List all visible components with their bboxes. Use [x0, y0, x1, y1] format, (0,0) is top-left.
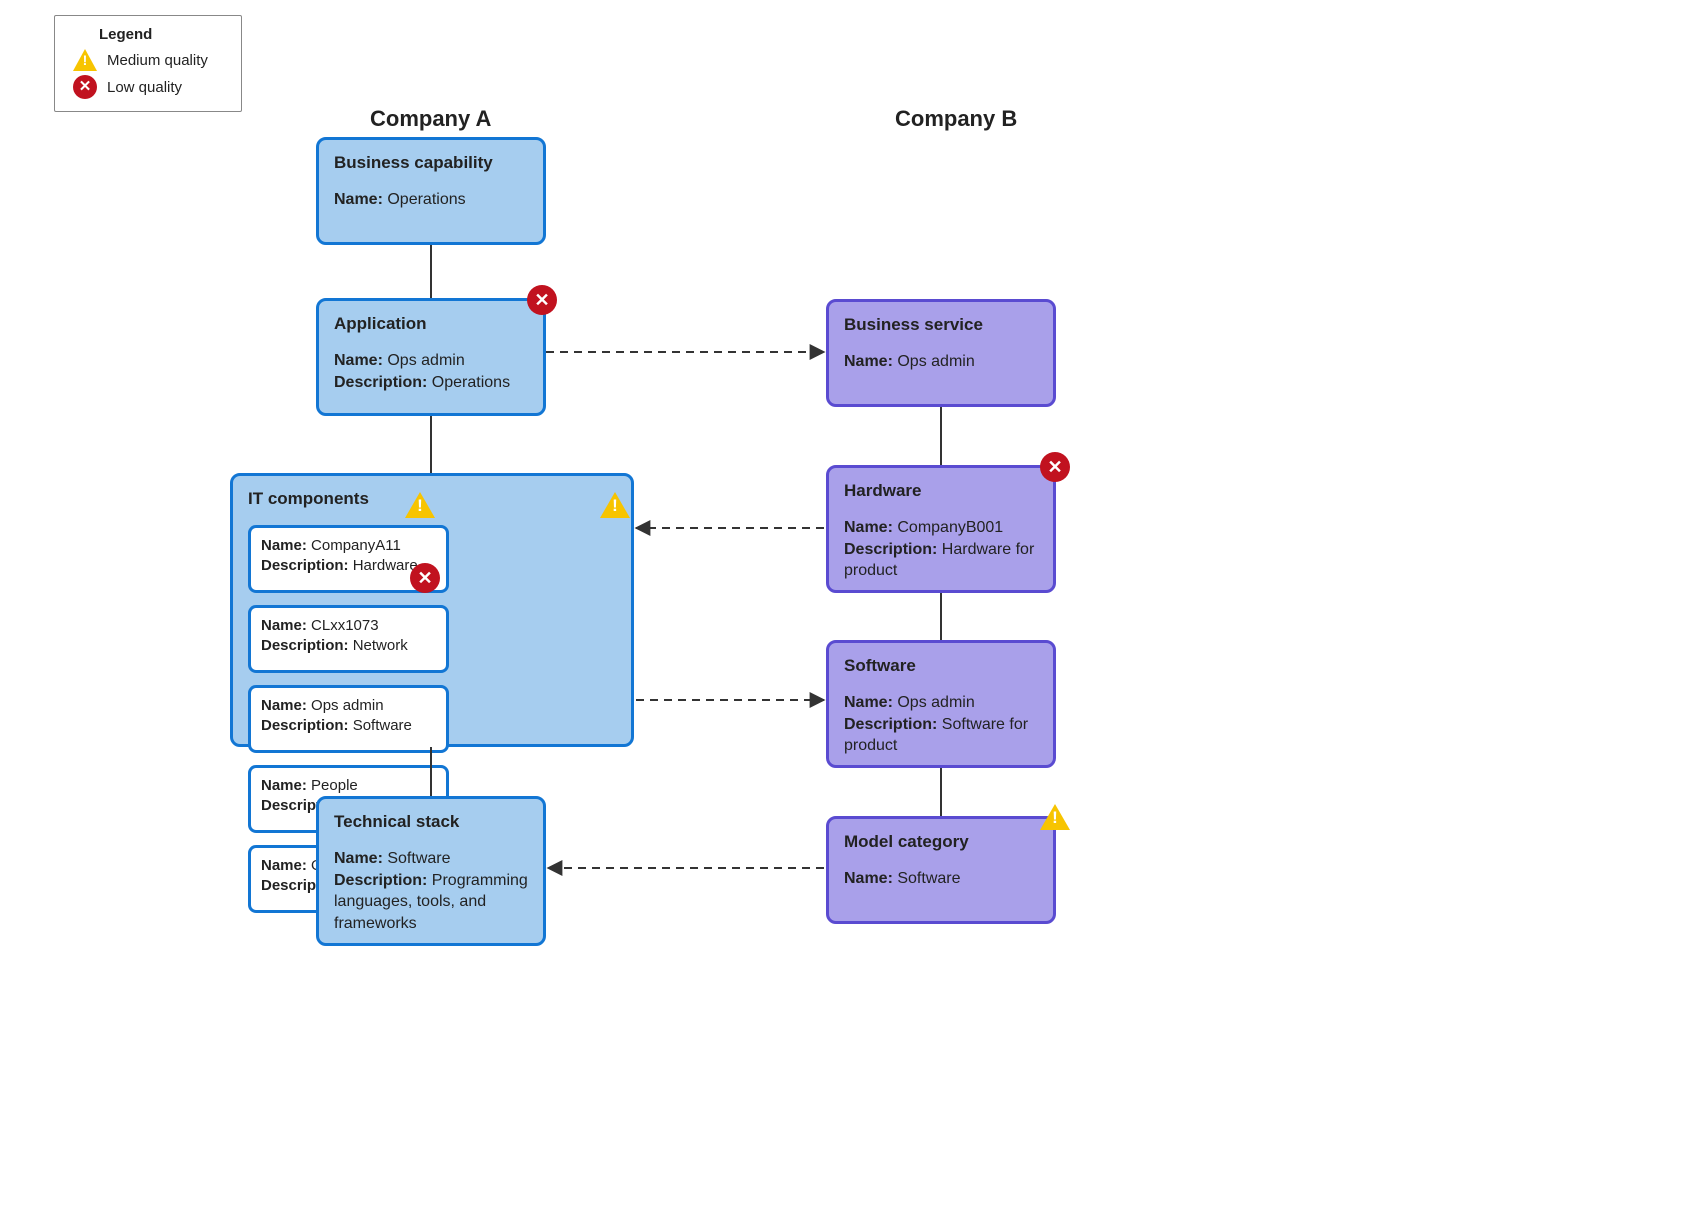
node-title: Hardware — [844, 480, 1038, 503]
node-field-name: Name: Operations — [334, 189, 528, 211]
node-field-desc: Description: Programming languages, tool… — [334, 870, 528, 935]
column-a-header: Company A — [370, 106, 491, 132]
node-software: Software Name: Ops admin Description: So… — [826, 640, 1056, 768]
node-field-name: Name: Ops admin — [844, 692, 1038, 714]
warning-icon — [405, 492, 435, 518]
node-model-category: Model category Name: Software — [826, 816, 1056, 924]
node-field-desc: Description: Operations — [334, 372, 528, 394]
node-title: Software — [844, 655, 1038, 678]
error-icon — [1040, 452, 1070, 482]
error-icon — [410, 563, 440, 593]
legend-title: Legend — [99, 26, 223, 43]
legend-box: Legend Medium quality Low quality — [54, 15, 242, 112]
warning-icon — [600, 492, 630, 518]
node-business-service: Business service Name: Ops admin — [826, 299, 1056, 407]
it-item: Name: CLxx1073 Description: Network — [248, 605, 449, 673]
node-field-name: Name: Ops admin — [844, 351, 1038, 373]
node-field-desc: Description: Hardware for product — [844, 539, 1038, 582]
legend-low-label: Low quality — [107, 79, 182, 96]
node-hardware: Hardware Name: CompanyB001 Description: … — [826, 465, 1056, 593]
legend-row-low: Low quality — [73, 75, 223, 99]
node-title: Model category — [844, 831, 1038, 854]
node-field-name: Name: Software — [334, 848, 528, 870]
error-icon — [527, 285, 557, 315]
legend-medium-label: Medium quality — [107, 52, 208, 69]
error-icon — [73, 75, 97, 99]
warning-icon — [73, 49, 97, 71]
node-field-name: Name: CompanyB001 — [844, 517, 1038, 539]
it-item: Name: Ops admin Description: Software — [248, 685, 449, 753]
node-title: Application — [334, 313, 528, 336]
node-title: Business service — [844, 314, 1038, 337]
node-field-name: Name: Software — [844, 868, 1038, 890]
node-title: Technical stack — [334, 811, 528, 834]
warning-icon — [1040, 804, 1070, 830]
column-b-header: Company B — [895, 106, 1017, 132]
diagram-canvas: Legend Medium quality Low quality Compan… — [0, 0, 1687, 1215]
node-title: Business capability — [334, 152, 528, 175]
node-business-capability: Business capability Name: Operations — [316, 137, 546, 245]
node-field-desc: Description: Software for product — [844, 714, 1038, 757]
node-field-name: Name: Ops admin — [334, 350, 528, 372]
node-application: Application Name: Ops admin Description:… — [316, 298, 546, 416]
legend-row-medium: Medium quality — [73, 49, 223, 71]
node-technical-stack: Technical stack Name: Software Descripti… — [316, 796, 546, 946]
